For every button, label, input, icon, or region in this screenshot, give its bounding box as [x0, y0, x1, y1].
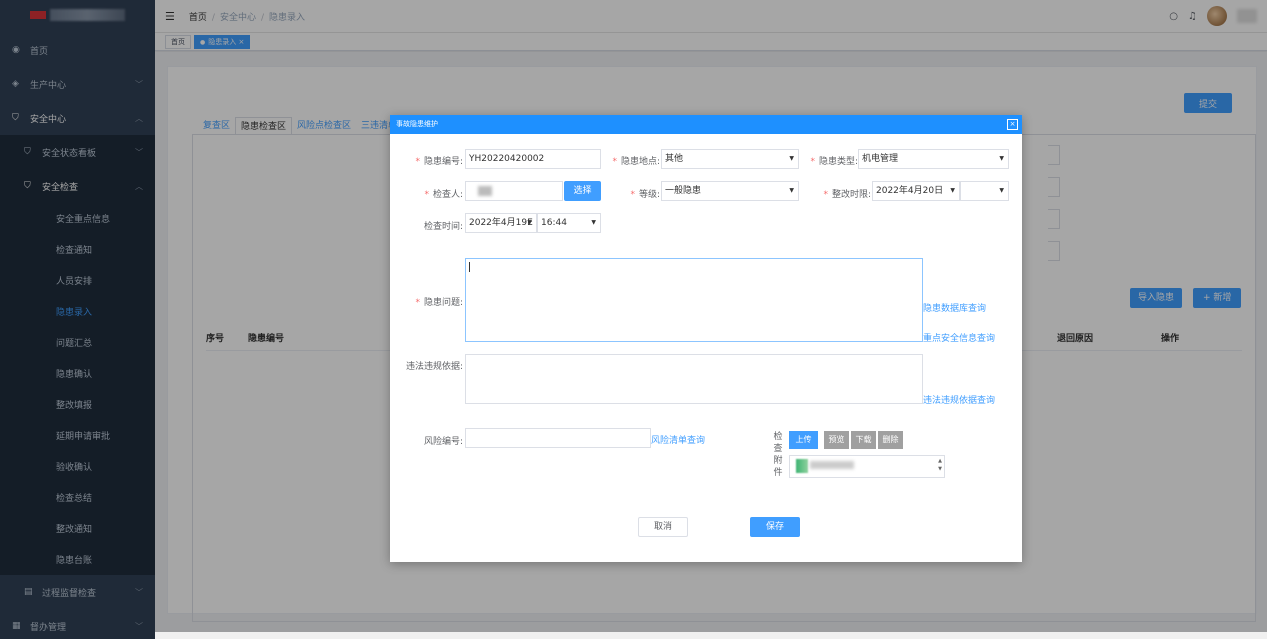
- level-select[interactable]: 一般隐患: [661, 181, 799, 201]
- location-label: * 隐患地点:: [612, 157, 660, 167]
- attachment-list[interactable]: ▲ ▼: [789, 455, 945, 478]
- hazard-db-link[interactable]: 隐患数据库查询: [923, 301, 986, 314]
- check-time-label: 检查时间:: [423, 222, 463, 232]
- cancel-button[interactable]: 取消: [638, 517, 688, 537]
- key-safety-link[interactable]: 重点安全信息查询: [923, 331, 995, 344]
- check-date-select[interactable]: 2022年4月19E: [465, 213, 537, 233]
- dialog-title: 事故隐患维护: [396, 120, 438, 128]
- bottom-strip: [155, 632, 1267, 639]
- download-button[interactable]: 下载: [851, 431, 876, 449]
- choose-inspector-button[interactable]: 选择: [564, 181, 601, 201]
- deadline-label: * 整改时限:: [823, 190, 871, 200]
- upload-button[interactable]: 上传: [789, 431, 818, 449]
- type-select[interactable]: 机电管理: [858, 149, 1009, 169]
- location-select[interactable]: 其他: [661, 149, 799, 169]
- check-clock-select[interactable]: 16:44: [537, 213, 601, 233]
- file-thumbnail: [796, 459, 808, 473]
- basis-label: 违法违规依据:: [405, 362, 463, 372]
- attachment-label: 检 查 附 件: [773, 432, 783, 478]
- deadline-date-select[interactable]: 2022年4月20日: [872, 181, 960, 201]
- scroll-spinner[interactable]: ▲ ▼: [938, 457, 942, 473]
- close-icon[interactable]: ×: [1007, 119, 1018, 130]
- violation-basis-link[interactable]: 违法违规依据查询: [923, 393, 995, 406]
- hazard-no-label: * 隐患编号:: [415, 157, 463, 167]
- problem-textarea[interactable]: [465, 258, 923, 342]
- save-button[interactable]: 保存: [750, 517, 800, 537]
- problem-label: * 隐患问题:: [415, 298, 463, 308]
- dialog-header: 事故隐患维护 ×: [390, 115, 1022, 134]
- risk-no-input[interactable]: [465, 428, 651, 448]
- type-label: * 隐患类型:: [810, 157, 858, 167]
- preview-button[interactable]: 预览: [824, 431, 849, 449]
- deadline-time-select[interactable]: [960, 181, 1009, 201]
- hazard-no-input[interactable]: YH20220420002: [465, 149, 601, 169]
- risk-list-link[interactable]: 风险清单查询: [651, 433, 705, 446]
- basis-textarea[interactable]: [465, 354, 923, 404]
- delete-button[interactable]: 删除: [878, 431, 903, 449]
- hazard-dialog: 事故隐患维护 × * 隐患编号: YH20220420002 * 隐患地点: 其他 …: [390, 115, 1022, 562]
- level-label: * 等级:: [630, 190, 660, 200]
- file-name: [810, 461, 854, 469]
- risk-no-label: 风险编号:: [423, 437, 463, 447]
- inspector-input[interactable]: [465, 181, 563, 201]
- inspector-label: * 检查人:: [424, 190, 463, 200]
